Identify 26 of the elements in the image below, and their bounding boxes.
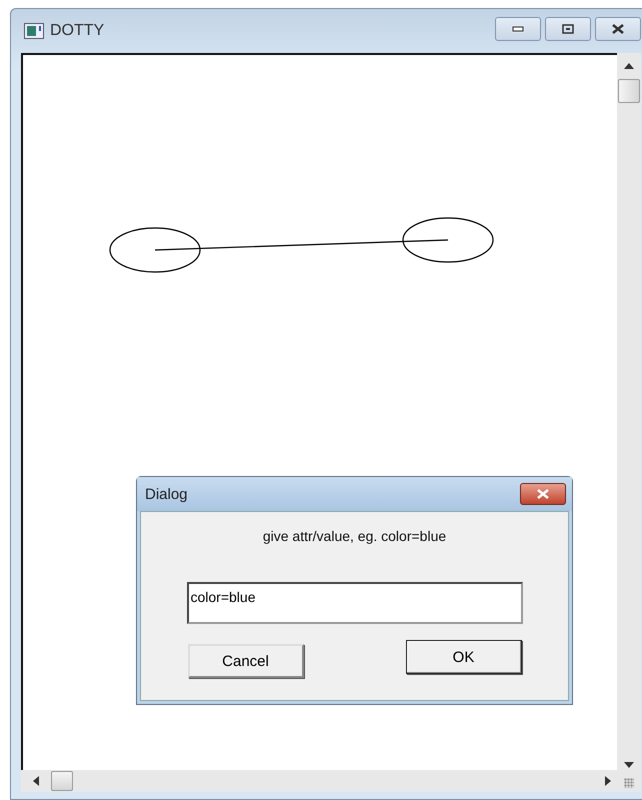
scroll-left-icon[interactable]	[33, 776, 39, 786]
close-icon	[611, 24, 625, 34]
scroll-down-icon[interactable]	[624, 762, 634, 768]
app-icon	[24, 23, 44, 39]
dialog-title: Dialog	[145, 486, 188, 502]
close-button[interactable]	[595, 17, 641, 41]
close-button[interactable]	[520, 483, 566, 505]
input-field[interactable]: color=blue	[186, 582, 522, 624]
maximize-icon	[562, 24, 574, 34]
minimize-icon	[512, 26, 524, 32]
vertical-scrollbar[interactable]	[617, 53, 641, 792]
graph-node[interactable]	[109, 227, 201, 273]
window-title: DOTTY	[50, 22, 104, 40]
prompt-text: give attr/value, eg. color=blue	[262, 528, 446, 544]
maximize-button[interactable]	[545, 17, 591, 41]
ok-button[interactable]: OK	[406, 640, 522, 674]
close-icon	[536, 489, 550, 499]
graph-node[interactable]	[402, 217, 494, 263]
scroll-up-icon[interactable]	[624, 63, 634, 69]
minimize-button[interactable]	[495, 17, 541, 41]
horizontal-scrollbar[interactable]	[21, 770, 617, 792]
resize-grip-icon[interactable]	[624, 778, 634, 788]
scroll-thumb[interactable]	[618, 79, 640, 103]
scroll-thumb[interactable]	[51, 771, 73, 791]
scroll-right-icon[interactable]	[605, 776, 611, 786]
cancel-button[interactable]: Cancel	[188, 644, 304, 678]
